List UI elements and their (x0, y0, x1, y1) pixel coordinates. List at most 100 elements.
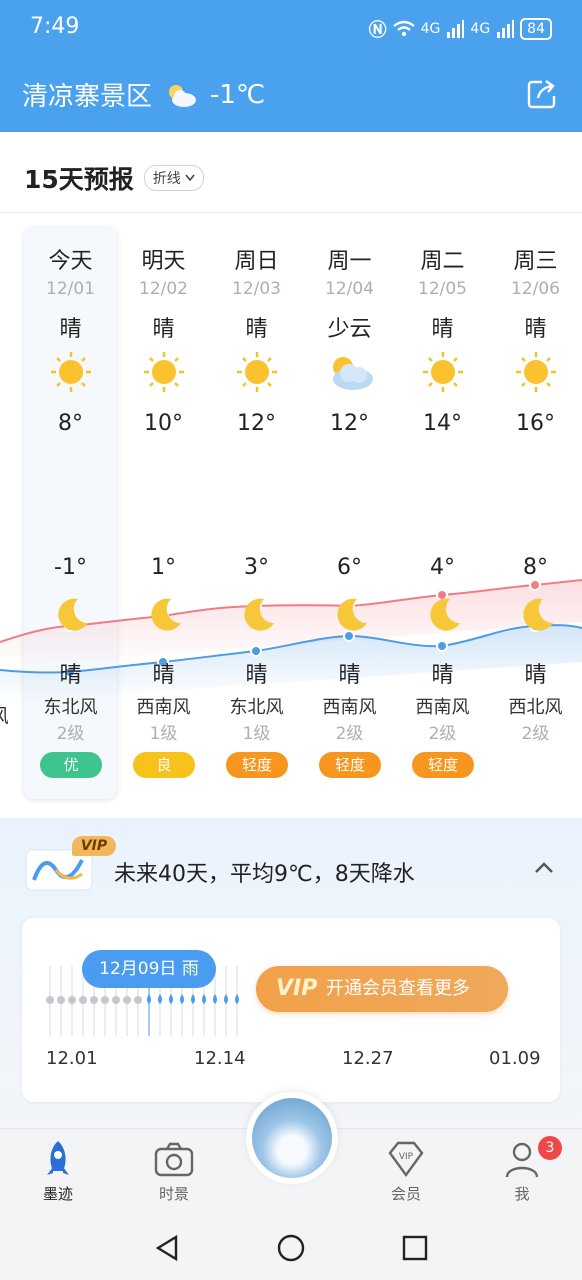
wind-direction: 西南风 (136, 697, 191, 718)
selected-day-tooltip: 12月09日 雨 (82, 950, 216, 988)
moon-icon (58, 598, 88, 631)
vip-logo: VIP (276, 976, 318, 1001)
nav-item-shijing[interactable]: 时景 (134, 1139, 214, 1204)
wind-level: 1级 (242, 724, 271, 744)
night-condition: 晴 (59, 663, 82, 688)
location-bar[interactable]: 清凉寨景区 -1℃ (22, 76, 265, 113)
user-icon (505, 1142, 539, 1178)
chart-mode-dropdown[interactable]: 折线 (143, 165, 204, 191)
wind-direction: 西北风 (508, 697, 563, 718)
wifi-icon (392, 20, 415, 37)
day-date: 12/04 (325, 279, 374, 299)
date-tick: 12.27 (342, 1048, 394, 1069)
chevron-down-icon (185, 174, 195, 182)
share-icon[interactable] (524, 76, 560, 112)
high-temp: 16° (516, 411, 555, 436)
forecast-day[interactable]: 周三 12/06 晴 16° 8° 晴 西北风 2级 (489, 227, 582, 799)
camera-icon (154, 1142, 194, 1177)
day-name: 明天 (141, 249, 186, 274)
wind-level: 1级 (149, 724, 178, 744)
night-condition: 晴 (431, 663, 454, 688)
signal-icon (447, 20, 465, 38)
moon-icon (244, 598, 274, 631)
back-icon[interactable] (154, 1234, 180, 1262)
wind-level: 2级 (521, 724, 550, 744)
forty-day-trend-section: VIP 未来40天，平均9℃，8天降水 12月09日 雨 VIP 开通会员查看更… (0, 818, 582, 1128)
chevron-up-icon[interactable] (532, 856, 556, 880)
forecast-section: 15天预报 折线 风 (0, 132, 582, 818)
day-condition: 晴 (431, 317, 454, 342)
app-header: 7:49 Ⓝ 4G 4G 84 清凉寨景区 -1℃ (0, 0, 582, 132)
system-navigation-bar (0, 1210, 582, 1280)
nav-item-moji[interactable]: 墨迹 (18, 1139, 98, 1204)
svg-text:VIP: VIP (399, 1152, 414, 1162)
day-name: 周二 (420, 249, 465, 274)
nfc-icon: Ⓝ (368, 20, 387, 41)
low-temp: 3° (244, 555, 269, 580)
forecast-day[interactable]: 周日 12/03 晴 12° 3° 晴 东北风 1级 轻度 (210, 227, 303, 799)
network-label: 4G (470, 21, 491, 37)
vip-upgrade-label: 开通会员查看更多 (326, 978, 470, 999)
day-condition: 晴 (524, 317, 547, 342)
day-condition: 晴 (59, 317, 82, 342)
nav-item-vip[interactable]: VIP 会员 (366, 1139, 446, 1204)
aqi-badge: 轻度 (412, 752, 474, 778)
wind-level: 2级 (56, 724, 85, 744)
night-condition: 晴 (245, 663, 268, 688)
nav-label: 会员 (390, 1185, 421, 1203)
forecast-day[interactable]: 周一 12/04 少云 12° 6° 晴 西南风 2级 轻度 (303, 227, 396, 799)
day-date: 12/05 (418, 279, 467, 299)
moon-icon (523, 598, 553, 631)
forecast-day[interactable]: 周二 12/05 晴 14° 4° 晴 西南风 2级 轻度 (396, 227, 489, 799)
date-tick: 12.01 (46, 1048, 98, 1069)
wind-direction: 西南风 (415, 697, 470, 718)
day-date: 12/03 (232, 279, 281, 299)
day-date: 12/02 (139, 279, 188, 299)
day-name: 今天 (48, 249, 93, 274)
low-temp: 4° (430, 555, 455, 580)
cloud-sun-icon (333, 357, 373, 390)
status-time: 7:49 (30, 14, 80, 39)
forecast-title: 15天预报 (24, 165, 134, 194)
high-temp: 12° (237, 411, 276, 436)
forecast-day-today[interactable]: 今天 12/01 晴 8° -1° 晴 东北风 2级 优 (24, 227, 117, 799)
moon-icon (151, 598, 181, 631)
low-temp: 8° (523, 555, 548, 580)
recents-icon[interactable] (402, 1235, 428, 1261)
nav-label: 时景 (158, 1185, 189, 1203)
vip-upgrade-button[interactable]: VIP 开通会员查看更多 (256, 966, 508, 1012)
nav-label: 墨迹 (42, 1185, 73, 1203)
high-temp: 10° (144, 411, 183, 436)
rocket-icon (47, 1141, 69, 1175)
date-tick: 01.09 (489, 1048, 541, 1069)
sun-icon (51, 352, 91, 392)
sun-icon (237, 352, 277, 392)
high-temp: 14° (423, 411, 462, 436)
scenery-center-button[interactable] (246, 1092, 338, 1184)
wind-direction: 东北风 (43, 697, 98, 718)
low-temp: -1° (54, 555, 87, 580)
low-temp: 1° (151, 555, 176, 580)
day-condition: 晴 (245, 317, 268, 342)
divider (0, 212, 582, 213)
high-temp: 12° (330, 411, 369, 436)
forecast-day-tomorrow[interactable]: 明天 12/02 晴 10° 1° 晴 西南风 1级 良 (117, 227, 210, 799)
day-name: 周一 (327, 249, 372, 274)
night-condition: 晴 (524, 663, 547, 688)
wind-direction: 东北风 (229, 697, 284, 718)
date-tick: 12.14 (194, 1048, 246, 1069)
home-icon[interactable] (277, 1234, 305, 1262)
aqi-badge: 轻度 (319, 752, 381, 778)
previous-day-column: 风 (0, 227, 8, 799)
high-temp: 8° (58, 411, 83, 436)
low-temp: 6° (337, 555, 362, 580)
day-condition: 少云 (327, 317, 372, 342)
partly-cloudy-icon (169, 84, 197, 107)
sun-icon (144, 352, 184, 392)
wind-level: 2级 (428, 724, 457, 744)
chart-mode-label: 折线 (152, 171, 181, 187)
sun-icon (423, 352, 463, 392)
status-icons: Ⓝ 4G 4G 84 (369, 16, 552, 42)
forecast-header: 15天预报 折线 (24, 160, 204, 196)
network-label: 4G (420, 21, 441, 37)
